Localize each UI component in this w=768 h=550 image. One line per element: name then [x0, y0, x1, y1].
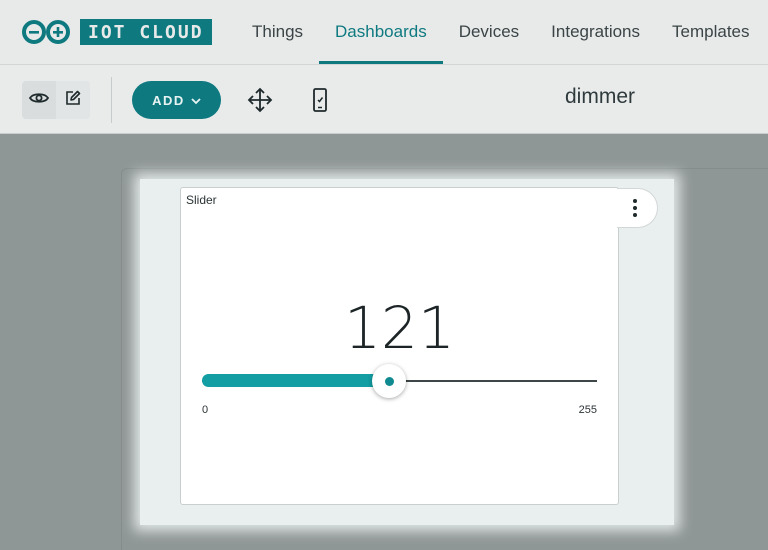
- add-button-label: ADD: [152, 92, 185, 108]
- top-navigation: IOT CLOUD Things Dashboards Devices Inte…: [0, 0, 768, 64]
- tab-things[interactable]: Things: [236, 0, 319, 64]
- arduino-logo[interactable]: IOT CLOUD: [20, 18, 212, 46]
- tab-dashboards[interactable]: Dashboards: [319, 0, 443, 64]
- toolbar-divider: [111, 77, 112, 123]
- eye-icon: [28, 91, 50, 110]
- slider-fill: [202, 374, 390, 387]
- dashboard-toolbar: ADD dimmer: [0, 64, 768, 134]
- tab-devices[interactable]: Devices: [443, 0, 535, 64]
- widget-options-button[interactable]: [617, 188, 658, 228]
- tab-templates[interactable]: Templates: [656, 0, 765, 64]
- slider-max-label: 255: [578, 404, 597, 416]
- view-mode-button[interactable]: [22, 81, 56, 119]
- dashboard-title[interactable]: dimmer: [480, 85, 720, 109]
- pencil-icon: [65, 90, 81, 111]
- widget-title: Slider: [186, 193, 217, 207]
- add-widget-button[interactable]: ADD: [132, 81, 221, 119]
- tab-integrations[interactable]: Integrations: [535, 0, 656, 64]
- logo-text: IOT CLOUD: [80, 19, 212, 45]
- arrange-move-icon[interactable]: [247, 87, 273, 113]
- edit-mode-button[interactable]: [56, 81, 90, 119]
- chevron-down-icon: [191, 93, 201, 108]
- slider-min-label: 0: [202, 404, 209, 416]
- view-edit-toggle: [22, 81, 90, 119]
- nav-tabs: Things Dashboards Devices Integrations T…: [236, 0, 766, 64]
- slider-value: 121: [344, 294, 455, 362]
- more-vertical-icon: [633, 199, 637, 217]
- infinity-logo-icon: [20, 18, 74, 46]
- slider-handle-center: [384, 376, 394, 386]
- mobile-view-icon[interactable]: [308, 87, 332, 113]
